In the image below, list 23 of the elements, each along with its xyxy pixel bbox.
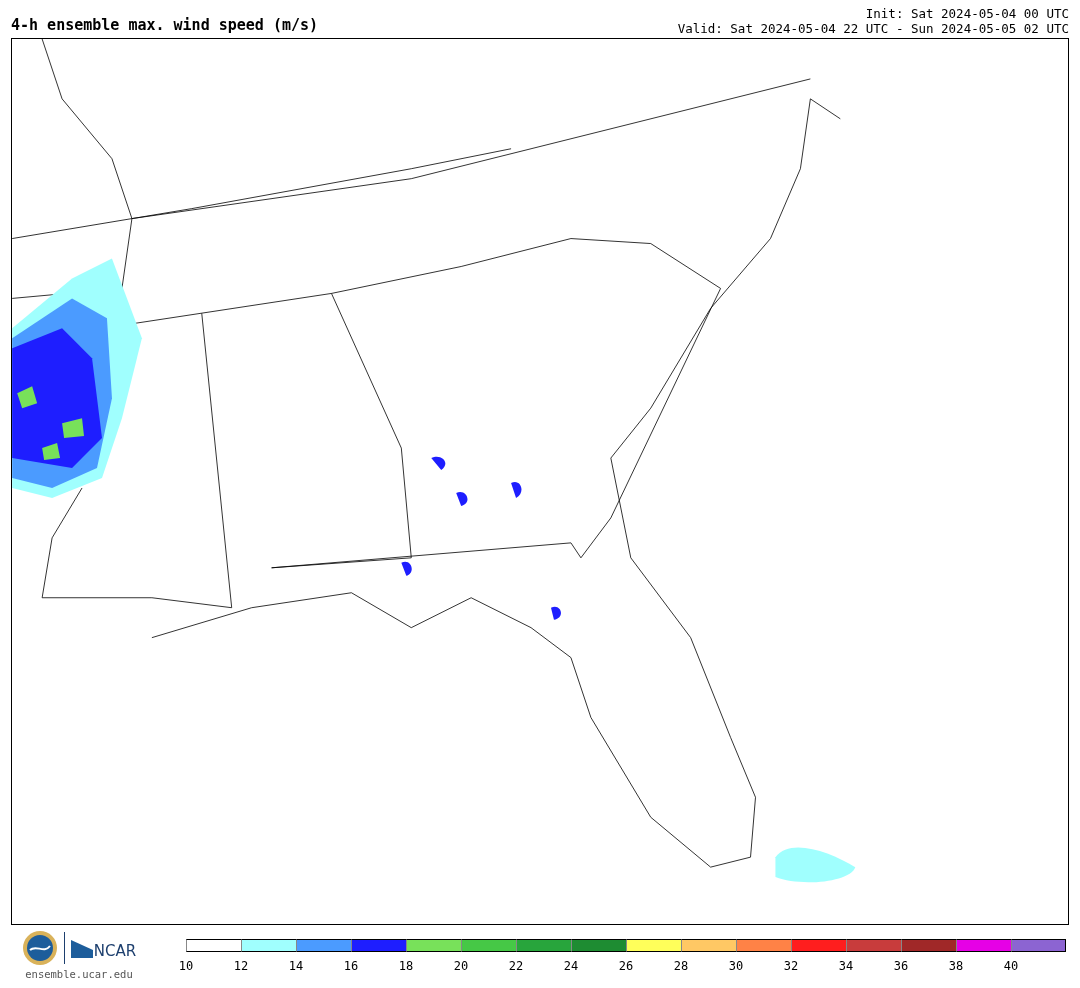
- ncar-logo-icon: [70, 938, 93, 958]
- site-url: ensemble.ucar.edu: [25, 967, 133, 982]
- colorbar-tick-label: 20: [452, 958, 470, 975]
- colorbar-tick-label: 26: [617, 958, 635, 975]
- colorbar-tick-label: 34: [837, 958, 855, 975]
- colorbar-tick-label: 40: [1002, 958, 1020, 975]
- colorbar-tick-label: 32: [782, 958, 800, 975]
- colorbar-tick-label: 22: [507, 958, 525, 975]
- init-time: Init: Sat 2024-05-04 00 UTC: [865, 6, 1069, 21]
- chart-title: 4-h ensemble max. wind speed (m/s): [11, 15, 319, 36]
- colorbar-tick-label: 36: [892, 958, 910, 975]
- valid-time: Valid: Sat 2024-05-04 22 UTC - Sun 2024-05-05 02 UTC: [677, 21, 1069, 36]
- colorbar-tick-label: 10: [177, 958, 195, 975]
- colorbar-tick-label: 16: [342, 958, 360, 975]
- colorbar-tick-label: 24: [562, 958, 580, 975]
- colorbar-tick-label: 30: [727, 958, 745, 975]
- colorbar-tick-label: 38: [947, 958, 965, 975]
- logo-text: NCAR: [93, 940, 137, 962]
- colorbar-tick-label: 18: [397, 958, 415, 975]
- globe-logo-icon: [21, 930, 58, 966]
- colorbar-tick-label: 12: [232, 958, 250, 975]
- colorbar-tick-label: 14: [287, 958, 305, 975]
- colorbar-tick-label: 28: [672, 958, 690, 975]
